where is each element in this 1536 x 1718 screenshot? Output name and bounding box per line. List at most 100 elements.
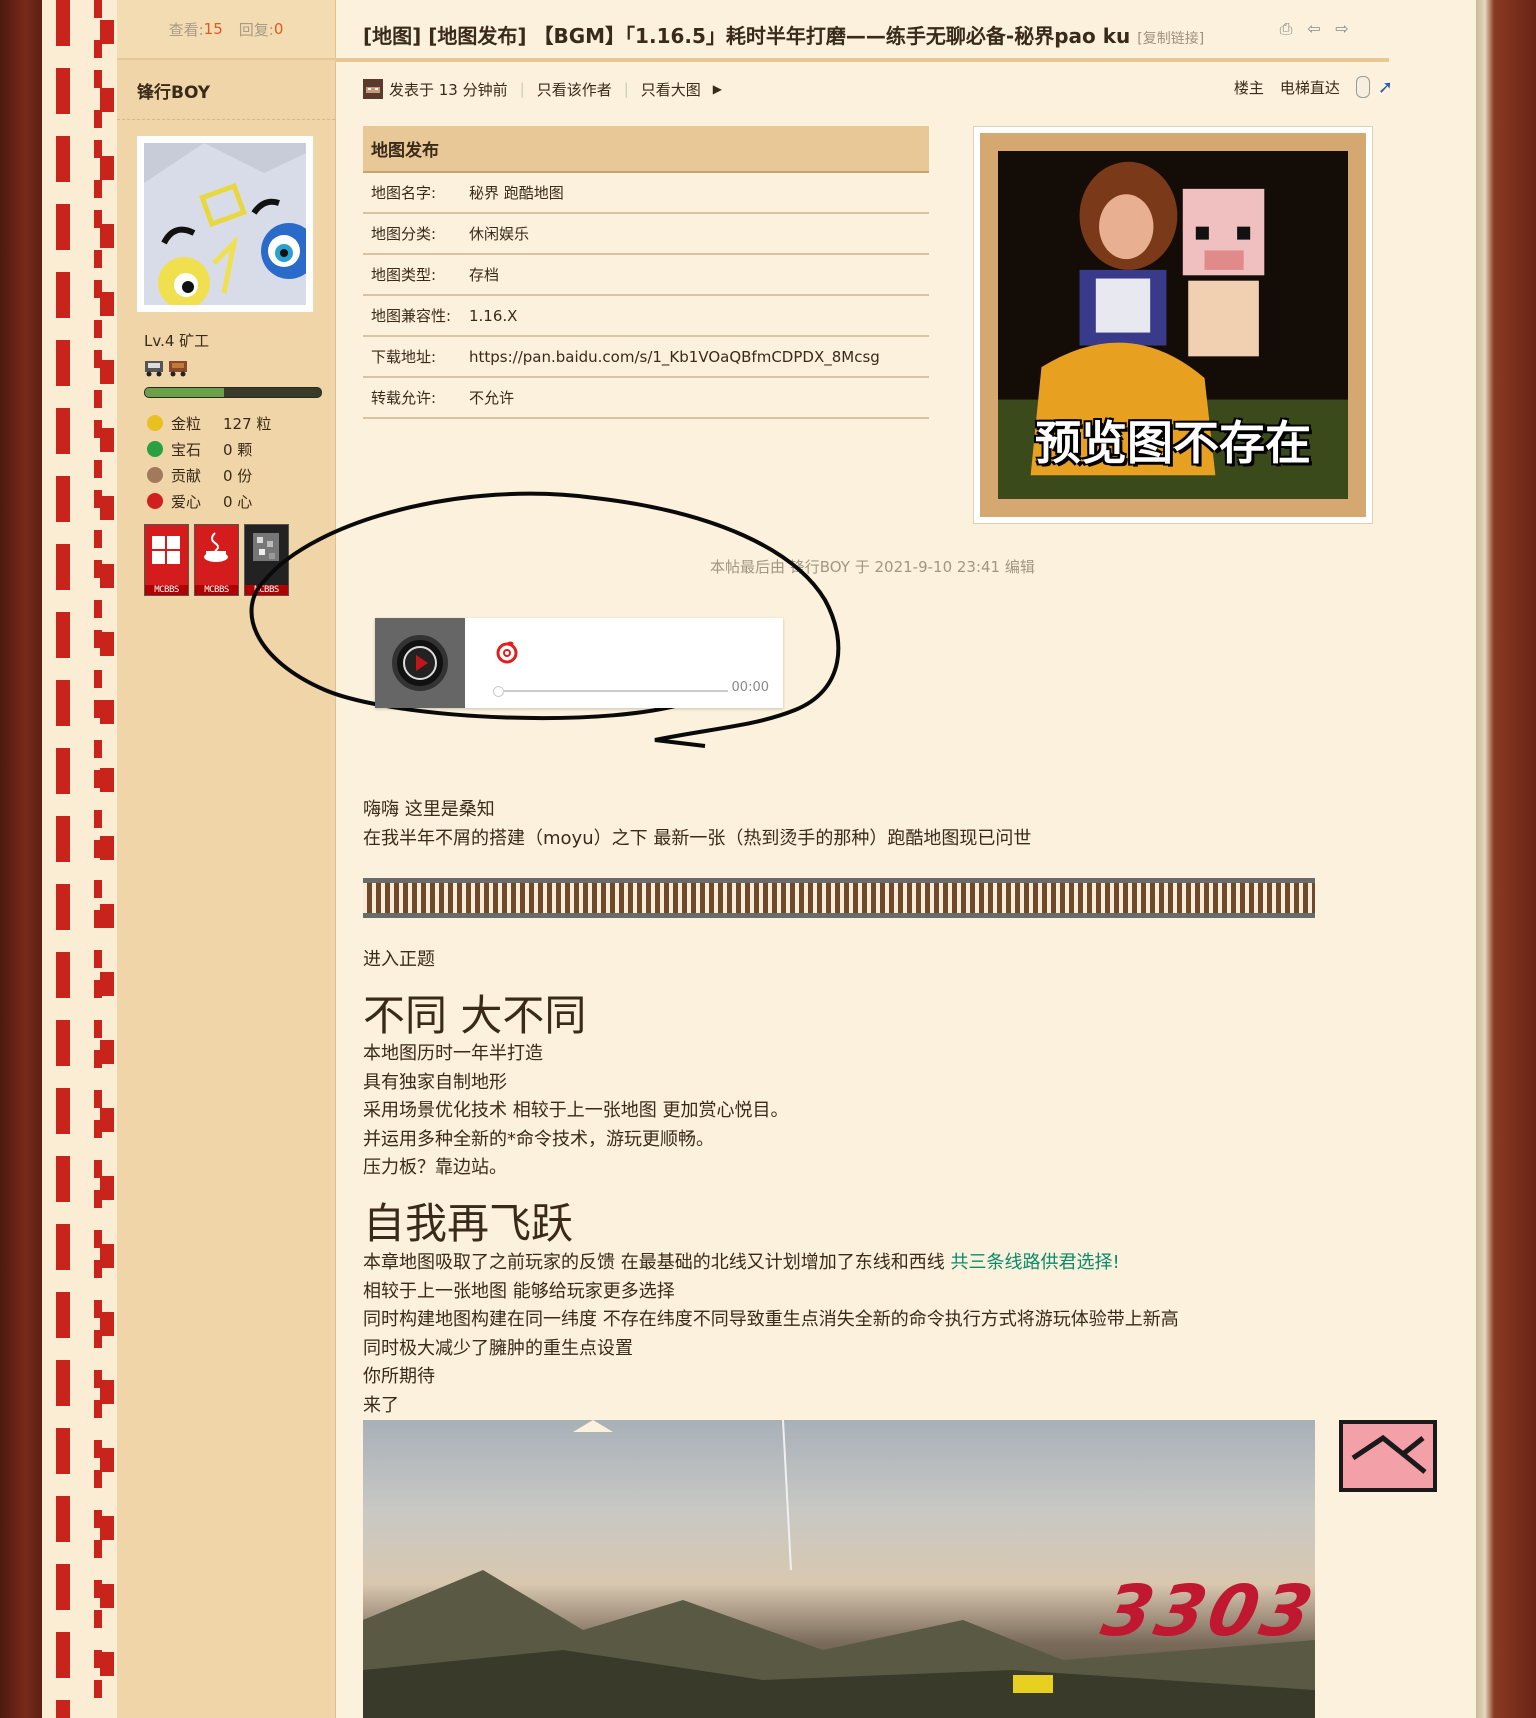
body-line: 你所期待 [363,1366,435,1387]
map-info-row: 地图名字: 秘界 跑酷地图 [363,172,929,214]
map-info-value: 1.16.X [461,295,929,337]
body-line: 相较于上一张地图 能够给玩家更多选择 [363,1280,675,1302]
badge-java[interactable]: MCBBS [194,524,239,596]
credit-label: 爱心 [171,492,202,511]
meta-right: 楼主 电梯直达 ➚ [1234,76,1393,98]
only-big-images-link[interactable]: 只看大图 [641,79,701,100]
intro-line: 嗨嗨 这里是桑知 [363,799,495,820]
intro-text: 嗨嗨 这里是桑知 在我半年不屑的搭建（moyu）之下 最新一张（热到烫手的那种）… [363,796,1031,853]
map-info-table: 地图发布 地图名字: 秘界 跑酷地图 地图分类: 休闲娱乐 地图类型: 存档 地图兼容性: 1… [363,126,929,419]
only-author-link[interactable]: 只看该作者 [537,79,612,100]
section2-text: 本章地图吸取了之前玩家的反馈 在最基础的北线又计划增加了东线和西线 共三条线路供… [363,1249,1179,1420]
preview-missing-text: 预览图不存在 [1035,416,1311,470]
screenshot-numbers: 3303 [1095,1570,1315,1652]
post-title-bar: [地图] [地图发布] 【BGM】「1.16.5」耗时半年打磨——练手无聊必备-… [335,0,1389,62]
section2-first-line: 本章地图吸取了之前玩家的反馈 在最基础的北线又计划增加了东线和西线 共三条线路供… [363,1252,1120,1273]
map-info-key: 转载允许: [363,377,461,419]
body-line: 来了 [363,1394,399,1416]
level-progress-bar [144,387,322,398]
next-thread-icon[interactable]: ⇨ [1333,20,1351,38]
level-progress-fill [145,388,225,397]
elevator-input[interactable] [1355,76,1370,98]
left-frame [0,0,42,1718]
credit-row[interactable]: 贡献 0 份 [147,462,335,488]
online-status-icon [363,79,383,99]
apple-icon [147,493,163,509]
avatar-image [144,143,306,305]
author-name[interactable]: 锋行BOY [117,60,335,120]
credit-row[interactable]: 宝石 0 颗 [147,436,335,462]
prev-thread-icon[interactable]: ⇦ [1305,20,1323,38]
elevator-label: 电梯直达 [1279,78,1340,97]
three-routes-link: 共三条线路供君选择! [950,1252,1120,1273]
floor-label: 楼主 [1233,78,1264,97]
badge-label: MCBBS [195,585,238,595]
intro-line: 在我半年不屑的搭建（moyu）之下 最新一张（热到烫手的那种）跑酷地图现已问世 [363,827,1032,849]
badge-grid[interactable]: MCBBS [144,524,189,596]
map-info-row: 地图类型: 存档 [363,254,929,296]
section1-text: 本地图历时一年半打造 具有独家自制地形采用场景优化技术 相较于上一张地图 更加赏心… [363,1040,788,1183]
credit-label: 金粒 [171,414,202,433]
map-info-row: 转载允许: 不允许 [363,377,929,419]
body-line: 同时极大减少了臃肿的重生点设置 [363,1337,633,1359]
map-preview[interactable]: 预览图不存在 [973,126,1373,524]
body-line: 具有独家自制地形 [363,1071,507,1093]
views-count: 15 [203,20,223,38]
player-time: 00:00 [727,680,769,695]
body-line: 并运用多种全新的*命令技术，游玩更顺畅。 [363,1128,714,1150]
decorative-border [42,0,117,1718]
map-info-value: 休闲娱乐 [461,213,929,255]
badge-label: MCBBS [145,585,188,595]
map-info-row: 地图分类: 休闲娱乐 [363,213,929,255]
body-line: 采用场景优化技术 相较于上一张地图 更加赏心悦目。 [363,1100,789,1121]
credit-row[interactable]: 金粒 127 粒 [147,410,335,436]
pig-face-icon [1351,1434,1427,1474]
rail-divider [363,878,1315,918]
preview-image: 预览图不存在 [998,151,1348,499]
body-line: 本地图历时一年半打造 [363,1043,543,1064]
meta-separator: | [623,80,629,98]
credit-value: 127 粒 [223,414,272,433]
netease-music-icon [496,641,518,664]
avatar[interactable] [137,136,313,312]
map-info-value[interactable]: https://pan.baidu.com/s/1_Kb1VOaQBfmCDPD… [461,336,929,378]
forum-post: 查看: 15 回复: 0 锋行BOY Lv.4 矿工 金粒 127 粒 宝石 0… [117,0,1476,1718]
grid-icon [152,536,180,564]
map-info-value: 存档 [461,254,929,296]
map-info-value: 不允许 [461,377,929,419]
caret-right-icon[interactable]: ▶ [713,82,722,96]
play-button[interactable] [392,635,448,691]
elevator-go-icon[interactable]: ➚ [1378,77,1393,98]
map-info-header: 地图发布 [363,126,929,173]
group-icons [144,359,335,377]
thread-stats: 查看: 15 回复: 0 [117,0,335,60]
credit-label: 宝石 [171,440,202,459]
cookie-icon [147,467,163,483]
map-info-key: 下载地址: [363,336,461,378]
map-info-key: 地图分类: [363,213,461,255]
map-info-key: 地图名字: [363,172,461,214]
map-screenshot[interactable]: 3303 [363,1420,1315,1718]
copy-link[interactable]: [复制链接] [1137,31,1204,47]
print-icon[interactable]: ⎙ [1277,20,1295,38]
map-info-row: 地图兼容性: 1.16.X [363,295,929,337]
pig-sticker [1339,1420,1437,1492]
coffee-cup-icon [204,532,228,562]
views-label: 查看: [168,20,204,39]
user-level[interactable]: Lv.4 矿工 [144,330,335,351]
post-meta: 发表于 13 分钟前 | 只看该作者 | 只看大图 ▶ 楼主 电梯直达 ➚ [363,76,1393,102]
author-sidebar: 查看: 15 回复: 0 锋行BOY Lv.4 矿工 金粒 127 粒 宝石 0… [117,0,336,1718]
replies-label: 回复: [238,20,274,39]
map-info-value: 秘界 跑酷地图 [461,172,929,214]
play-icon [403,646,437,680]
music-player: 00:00 [375,618,783,708]
right-frame [1476,0,1536,1718]
map-info-key: 地图兼容性: [363,295,461,337]
replies-count: 0 [273,20,284,38]
player-cover [375,618,465,708]
post-title: [地图] [地图发布] 【BGM】「1.16.5」耗时半年打磨——练手无聊必备-… [363,20,1204,49]
credit-label: 贡献 [171,466,202,485]
meta-separator: | [519,80,525,98]
map-info-key: 地图类型: [363,254,461,296]
post-content: [地图] [地图发布] 【BGM】「1.16.5」耗时半年打磨——练手无聊必备-… [249,0,1476,1718]
